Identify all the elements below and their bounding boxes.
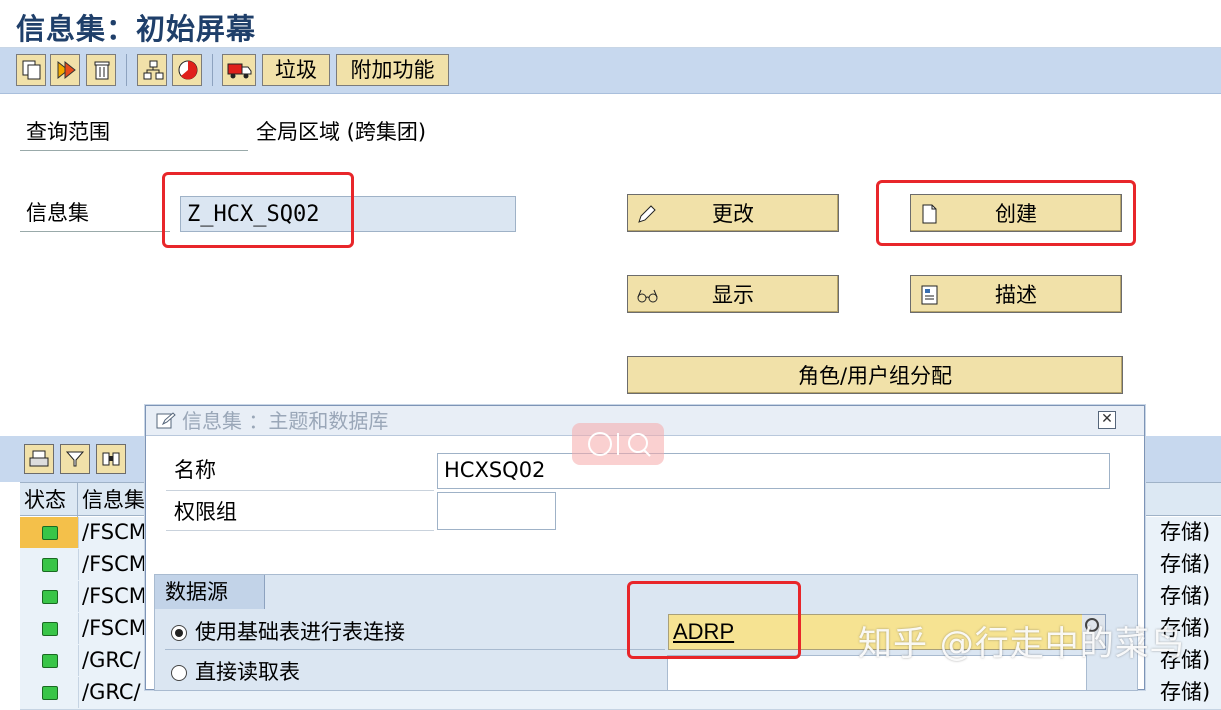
description-icon — [921, 285, 938, 305]
copy-button[interactable] — [16, 54, 46, 86]
page-title: 信息集：初始屏幕 — [16, 12, 257, 46]
radio-table-join[interactable] — [171, 625, 187, 641]
execute-button[interactable] — [50, 54, 80, 86]
change-button[interactable]: 更改 — [627, 194, 839, 232]
status-cell — [20, 645, 79, 676]
datasource-tab: 数据源 — [155, 575, 265, 609]
auth-group-underline — [166, 530, 434, 531]
status-cell — [20, 613, 79, 644]
copy-icon — [22, 60, 41, 80]
status-cell — [20, 549, 79, 580]
ai-overlay-widget[interactable] — [572, 423, 664, 465]
status-green-icon — [42, 686, 58, 700]
infoset-label: 信息集 — [26, 201, 89, 225]
watermark: 知乎 @行走中的菜鸟 — [858, 624, 1185, 664]
filter-icon — [65, 451, 85, 467]
toolbar-separator — [212, 54, 213, 86]
infoset-name: /FSCM — [82, 584, 147, 608]
scope-label: 查询范围 — [26, 120, 110, 144]
column-header-status[interactable]: 状态 — [20, 483, 78, 517]
scope-underline — [20, 150, 248, 151]
radio-table-join-label: 使用基础表进行表连接 — [195, 620, 405, 644]
status-cell — [20, 677, 79, 708]
ai-search-icon — [588, 432, 651, 457]
datasource-label: 数据源 — [165, 580, 228, 604]
status-green-icon — [42, 558, 58, 572]
display-button-label: 显示 — [712, 283, 754, 307]
status-cell — [20, 581, 79, 612]
transport-button[interactable] — [222, 54, 256, 86]
delete-button[interactable] — [86, 54, 116, 86]
scope-value: 全局区域 (跨集团) — [256, 120, 427, 144]
execute-icon — [57, 60, 76, 80]
truck-icon — [227, 63, 252, 79]
status-green-icon — [42, 526, 58, 540]
status-green-icon — [42, 622, 58, 636]
print-button[interactable] — [24, 444, 54, 474]
radio-direct-read[interactable] — [171, 665, 187, 681]
storage-text: 存储) — [1160, 680, 1211, 704]
extras-button[interactable]: 附加功能 — [336, 54, 449, 86]
storage-text: 存储) — [1160, 552, 1211, 576]
status-green-icon — [42, 654, 58, 668]
toolbar-separator — [126, 54, 127, 86]
role-user-group-assign-button[interactable]: 角色/用户组分配 — [627, 356, 1123, 394]
infoset-name: /FSCM — [82, 616, 147, 640]
printer-icon — [29, 450, 49, 467]
storage-text: 存储) — [1160, 520, 1211, 544]
application-toolbar: 垃圾 附加功能 — [0, 48, 1221, 94]
glasses-icon — [637, 289, 658, 303]
dialog-close-button[interactable]: ✕ — [1098, 411, 1116, 429]
close-icon: ✕ — [1101, 411, 1113, 427]
role-assign-label: 角色/用户组分配 — [797, 364, 953, 388]
find-button[interactable] — [96, 444, 126, 474]
radio-direct-read-label: 直接读取表 — [195, 660, 300, 684]
highlight-box-table — [627, 581, 801, 659]
highlight-box-infoset — [162, 172, 354, 248]
describe-button-label: 描述 — [995, 283, 1037, 307]
infoset-name: /FSCM — [82, 552, 147, 576]
infoset-name: /FSCM — [82, 520, 147, 544]
name-input[interactable]: HCXSQ02 — [437, 453, 1110, 489]
auth-group-label: 权限组 — [174, 500, 237, 524]
check-button[interactable] — [172, 54, 202, 86]
hierarchy-button[interactable] — [137, 54, 167, 86]
dialog-title: 信息集 ：主题和数据库 — [182, 409, 389, 433]
change-button-label: 更改 — [712, 202, 754, 226]
dialog-edit-icon — [156, 412, 176, 429]
infoset-name: /GRC/ — [82, 648, 141, 672]
datasource-underline — [165, 649, 665, 650]
describe-button[interactable]: 描述 — [910, 275, 1122, 313]
title-bar: 信息集：初始屏幕 — [0, 0, 1221, 48]
status-cell — [20, 517, 79, 548]
trash-button[interactable]: 垃圾 — [262, 54, 330, 86]
infoset-underline — [20, 231, 170, 232]
name-underline — [166, 490, 434, 491]
status-green-icon — [42, 590, 58, 604]
pencil-icon — [638, 205, 656, 223]
hierarchy-icon — [143, 60, 164, 80]
auth-group-input[interactable] — [437, 492, 556, 530]
name-label: 名称 — [174, 458, 216, 482]
binoculars-icon — [102, 452, 120, 466]
filter-button[interactable] — [60, 444, 90, 474]
infoset-name: /GRC/ — [82, 680, 141, 704]
trash-icon — [94, 61, 110, 80]
highlight-box-create — [876, 180, 1136, 246]
storage-text: 存储) — [1160, 584, 1211, 608]
pie-chart-icon — [178, 60, 198, 80]
display-button[interactable]: 显示 — [627, 275, 839, 313]
